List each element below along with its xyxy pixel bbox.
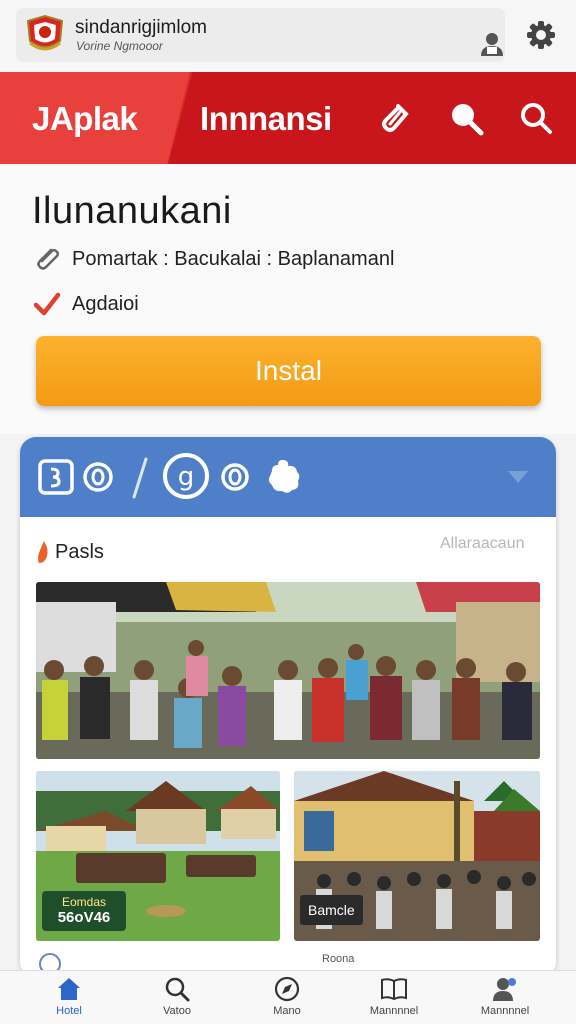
app-details: Ilunanukani Pomartak : Bacukalai : Bapla… [0, 164, 576, 434]
search-icon[interactable] [516, 98, 556, 138]
paperclip-icon [37, 248, 60, 270]
panel-toolbar: g [20, 437, 556, 517]
status-row: Agdaioi [32, 289, 139, 319]
compass-icon [274, 976, 300, 1002]
nav-home-label: Hotel [56, 1005, 82, 1017]
meta-row: Pomartak : Bacukalai : Baplanamanl [32, 244, 394, 274]
site-info-box[interactable]: sindanrigjimlom Vorine Ngmooor [16, 8, 505, 62]
photo-students[interactable] [36, 582, 540, 759]
nav-profile[interactable]: Mannnnel [460, 975, 550, 1023]
account-icon[interactable] [478, 30, 506, 58]
calendar-icon[interactable] [38, 457, 74, 497]
svg-text:g: g [178, 462, 195, 492]
nav-explore[interactable]: Mano [242, 975, 332, 1023]
page-title: Ilunanukani [32, 190, 232, 232]
search-icon [165, 977, 190, 1002]
site-subtitle: Vorine Ngmooor [76, 39, 163, 53]
puzzle-icon[interactable] [266, 457, 302, 497]
crest-logo-icon [26, 14, 64, 51]
header-menu-title[interactable]: Innnansi [200, 100, 332, 138]
brand-name[interactable]: JAplak [32, 100, 138, 138]
section-label: Pasls [55, 541, 104, 563]
bottom-nav: Hotel Vatoo Mano Mannnnel Mannnnel [0, 970, 576, 1024]
nav-explore-label: Mano [273, 1005, 301, 1017]
nav-home[interactable]: Hotel [24, 975, 114, 1023]
photo-houses-field[interactable]: Eomdas 56oV46 [36, 771, 280, 941]
photo-school-crowd[interactable]: Bamcle [294, 771, 540, 941]
photo-tag: Bamcle [300, 895, 363, 925]
divider-slash-icon [132, 457, 148, 499]
peek-text: Roona [322, 953, 355, 965]
home-icon [58, 978, 80, 1000]
app-header: JAplak Innnansi [0, 72, 576, 164]
nav-library[interactable]: Mannnnel [349, 975, 439, 1023]
gear-icon[interactable] [524, 18, 558, 52]
search-filled-icon[interactable] [446, 98, 486, 138]
badge-small-text: Eomdas [61, 895, 107, 909]
circle-info-icon[interactable] [82, 457, 114, 497]
students-photo-image [36, 582, 540, 759]
install-button[interactable]: Instal [36, 336, 541, 406]
badge-big-text: 56oV46 [57, 909, 111, 926]
status-text: Agdaioi [72, 292, 139, 315]
side-link[interactable]: Allaraacaun [440, 535, 525, 553]
nav-library-label: Mannnnel [369, 1005, 419, 1017]
flame-icon [38, 541, 48, 563]
ring-icon[interactable] [220, 457, 250, 497]
dropdown-triangle-icon[interactable] [504, 467, 532, 487]
media-panel: g Pasls Allaraacaun Eomdas 56oV46 Bamcle [20, 437, 556, 977]
nav-search-label: Vatoo [163, 1005, 191, 1017]
nav-profile-label: Mannnnel [480, 1005, 530, 1017]
google-play-icon[interactable]: g [162, 451, 210, 501]
photo-badge: Eomdas 56oV46 [42, 891, 126, 931]
profile-icon [493, 978, 516, 1001]
check-icon [33, 292, 61, 316]
site-title: sindanrigjimlom [75, 17, 207, 38]
globe-peek-icon [39, 953, 61, 970]
top-bar: sindanrigjimlom Vorine Ngmooor [0, 0, 576, 72]
book-icon [381, 978, 407, 1001]
link-icon[interactable] [376, 98, 416, 138]
meta-text: Pomartak : Bacukalai : Baplanamanl [72, 247, 395, 270]
nav-search[interactable]: Vatoo [132, 975, 222, 1023]
